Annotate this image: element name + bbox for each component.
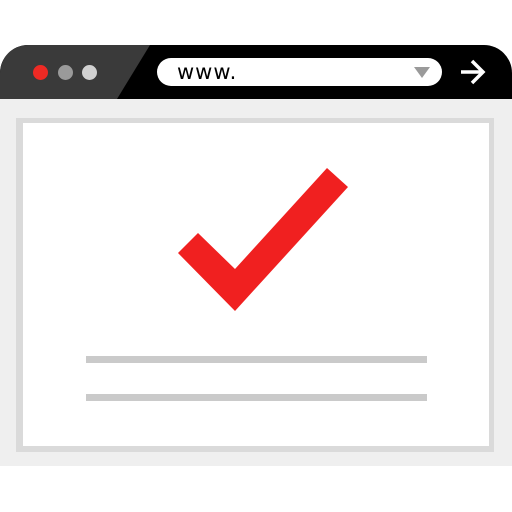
chevron-down-icon[interactable]: [414, 67, 430, 78]
titlebar-shade: [0, 45, 150, 99]
url-text: www.: [177, 60, 238, 84]
checkmark-icon: [178, 168, 348, 311]
arrow-right-icon[interactable]: [459, 59, 487, 85]
address-bar[interactable]: www.: [157, 58, 442, 86]
page-viewport: [0, 99, 512, 466]
browser-window: www.: [0, 45, 512, 466]
content-card: [23, 123, 489, 446]
minimize-window-button[interactable]: [58, 65, 73, 80]
placeholder-text-line: [86, 356, 427, 363]
close-window-button[interactable]: [33, 65, 48, 80]
browser-titlebar: www.: [0, 45, 512, 99]
page-frame: [16, 118, 494, 452]
placeholder-text-line: [86, 394, 427, 401]
maximize-window-button[interactable]: [82, 65, 97, 80]
browser-illustration: www.: [0, 0, 512, 512]
